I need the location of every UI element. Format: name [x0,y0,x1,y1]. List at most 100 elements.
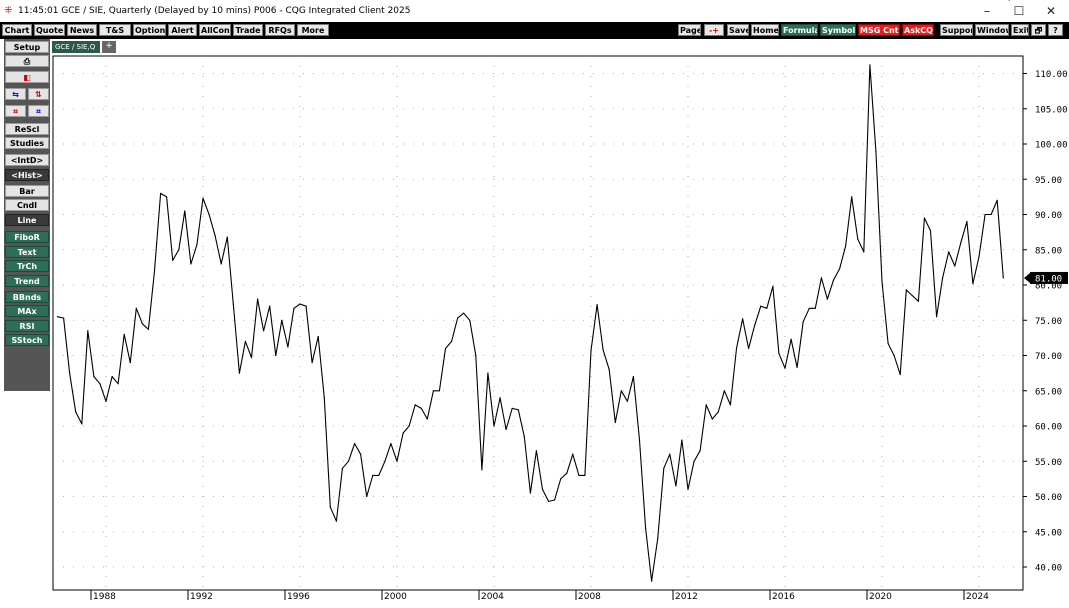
data-point [1008,0,1010,1]
data-point [723,390,726,392]
data-point [196,244,198,246]
data-point [153,270,156,272]
data-point [329,506,331,508]
data-point [566,472,568,474]
data-point [281,319,283,321]
x-tick-label: 2012 [675,592,698,602]
data-point [250,357,253,359]
y-tick-label: 90.00 [1035,211,1062,221]
data-point [160,192,162,194]
data-point [335,520,337,522]
data-point [390,443,392,445]
data-point [481,469,483,471]
data-point [893,354,895,357]
data-point [669,453,671,455]
data-point [541,488,544,490]
data-point [69,372,71,374]
data-point [244,340,246,342]
data-point [438,390,440,392]
data-point [535,450,538,452]
data-point [1002,277,1004,279]
data-point [596,304,598,306]
data-point [56,316,59,318]
data-point [923,217,926,219]
y-tick-label: 55.00 [1035,458,1062,468]
data-point [911,295,913,297]
data-point [772,285,774,287]
data-point [784,367,786,369]
data-point [420,407,422,409]
data-point [475,354,477,357]
data-point [511,407,513,409]
data-point [402,432,404,434]
data-point [693,460,695,462]
data-point [699,450,701,452]
data-point [341,467,343,469]
data-point [451,340,453,342]
data-point [414,404,416,406]
data-point [851,196,853,198]
data-point [135,307,137,309]
data-point [839,268,841,270]
data-point [444,347,447,350]
data-point [426,418,428,420]
data-point [905,289,907,291]
data-point [220,263,222,265]
data-point [857,238,859,240]
data-point [760,305,762,307]
data-point [378,474,380,476]
y-tick-label: 105.00 [1035,105,1068,115]
y-tick-label: 50.00 [1035,493,1062,503]
data-point [875,150,877,152]
data-point [984,213,986,216]
data-point [778,352,780,354]
data-point [663,467,665,469]
data-point [638,439,641,441]
data-point [499,397,501,399]
data-point [632,376,635,378]
data-point [572,453,574,455]
data-point [742,318,744,320]
price-chart[interactable]: 40.00 45.00 50.00 55.00 60.00 65.00 70.00 75.00… [0,0,1069,608]
x-tick-label: 2020 [869,592,892,602]
last-value-label: 81.00 [1035,274,1062,284]
data-point [814,307,816,309]
data-point [954,265,956,267]
x-tick-label: 1988 [93,592,116,602]
last-value-pointer [1024,272,1030,283]
data-point [432,390,434,392]
data-point [917,300,920,302]
data-point [978,256,980,258]
data-point [505,428,507,431]
x-tick-label: 2008 [578,592,601,602]
data-point [996,199,998,201]
y-tick-label: 110.00 [1035,70,1068,80]
data-point [275,354,277,357]
data-point [523,436,525,438]
x-tick-label: 2004 [481,592,504,602]
data-point [487,372,489,374]
data-point [293,307,295,309]
y-tick-label: 85.00 [1035,246,1062,256]
data-point [754,324,756,326]
data-point [384,460,386,462]
data-point [81,423,83,425]
data-point [123,333,125,335]
data-point [832,279,835,281]
data-point [620,390,622,392]
data-point [75,411,77,413]
data-point [493,425,495,427]
data-point [820,277,823,279]
data-point [881,280,883,283]
data-point [705,404,707,406]
data-point [645,527,647,529]
y-tick-label: 70.00 [1035,352,1062,362]
x-tick-label: 1996 [287,592,310,602]
data-point [287,346,289,348]
data-point [257,298,259,300]
data-point [141,323,143,325]
data-point [936,316,938,318]
x-tick-label: 1992 [190,592,213,602]
data-point [590,350,592,352]
data-point [735,347,738,350]
